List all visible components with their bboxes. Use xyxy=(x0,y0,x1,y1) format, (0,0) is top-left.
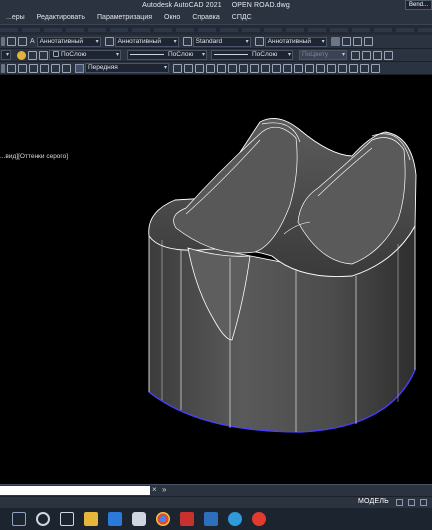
multileader-style-icon[interactable] xyxy=(254,37,264,46)
view-tool-icon-9[interactable] xyxy=(195,63,204,73)
close-icon[interactable]: × xyxy=(152,485,157,494)
view-toolbar: Передняя ▾ xyxy=(0,62,432,75)
command-input[interactable] xyxy=(174,487,384,495)
view-tool-icon-17[interactable] xyxy=(283,63,292,73)
linetype-combo[interactable]: ПоСлою ▾ xyxy=(127,50,207,60)
view-tool-icon-4[interactable] xyxy=(40,63,49,73)
view-tool-icon-14[interactable] xyxy=(250,63,259,73)
yandex-icon[interactable] xyxy=(252,512,266,526)
toolbar-grip-icon[interactable] xyxy=(1,37,5,46)
menu-item-modify[interactable]: Редактировать xyxy=(31,14,91,21)
command-prompt-icon: » xyxy=(162,485,167,494)
3d-model xyxy=(148,117,417,433)
view-tool-icon-19[interactable] xyxy=(305,63,314,73)
mleader-icon[interactable] xyxy=(18,37,27,46)
named-view-icon[interactable] xyxy=(75,63,84,73)
dim-style-icon[interactable] xyxy=(104,37,114,46)
command-history xyxy=(0,486,150,495)
view-tool-icon-22[interactable] xyxy=(338,63,347,73)
styles-toolbar: A Аннотативный ▾ Аннотативный ▾ Standard ▾ … xyxy=(0,35,432,49)
properties-toolbar: ▾ ПоСлою ▾ ПоСлою ▾ ПоСлою ▾ ПоЦвету ▾ xyxy=(0,49,432,62)
menu-item-parametric[interactable]: Параметризация xyxy=(91,14,158,21)
taskview-icon[interactable] xyxy=(60,512,74,526)
title-bar: Autodesk AutoCAD 2021 OPEN ROAD.dwg Bend.… xyxy=(0,0,432,10)
lineweight-sample xyxy=(214,53,248,55)
view-tool-icon[interactable] xyxy=(7,63,16,73)
toolbar-button-icon[interactable] xyxy=(330,37,340,46)
color-swatch-icon xyxy=(53,51,59,58)
app-title: Autodesk AutoCAD 2021 xyxy=(142,1,222,9)
view-tool-icon-20[interactable] xyxy=(316,63,325,73)
view-tool-icon-6[interactable] xyxy=(62,63,71,73)
table-style-icon-2[interactable] xyxy=(182,37,192,46)
plotstyle-combo: ПоЦвету ▾ xyxy=(299,50,347,60)
view-tool-icon-10[interactable] xyxy=(206,63,215,73)
menu-item-window[interactable]: Окно xyxy=(158,14,186,21)
dim-style-combo[interactable]: Аннотативный ▾ xyxy=(114,36,179,47)
windows-taskbar xyxy=(0,508,432,530)
text-style-icon[interactable]: A xyxy=(30,38,35,45)
store-icon[interactable] xyxy=(132,512,146,526)
toolbar-grip-icon-2[interactable] xyxy=(1,63,5,73)
layer-tool-icon-2[interactable] xyxy=(39,50,48,60)
view-tool-icon-15[interactable] xyxy=(261,63,270,73)
view-tool-icon-7[interactable] xyxy=(173,63,182,73)
window-title: Autodesk AutoCAD 2021 OPEN ROAD.dwg xyxy=(142,2,290,9)
menu-item-help[interactable]: Справка xyxy=(186,14,225,21)
viewport-label[interactable]: ...вид][Оттенки серого] xyxy=(0,153,68,163)
layer-bulb-icon[interactable] xyxy=(17,50,26,60)
telegram-icon[interactable] xyxy=(228,512,242,526)
status-menu-icon[interactable] xyxy=(420,499,427,506)
model-tab[interactable]: МОДЕЛЬ xyxy=(358,498,389,505)
lineweight-combo[interactable]: ПоСлою ▾ xyxy=(211,50,293,60)
ribbon-collapsed xyxy=(0,24,432,35)
toolbar-button-icon-8[interactable] xyxy=(384,50,393,60)
view-combo[interactable]: Передняя ▾ xyxy=(85,63,169,73)
toolbar-button-icon-2[interactable] xyxy=(341,37,351,46)
view-tool-icon-5[interactable] xyxy=(51,63,60,73)
menu-item-view[interactable]: ...еры xyxy=(0,14,31,21)
view-tool-icon-23[interactable] xyxy=(349,63,358,73)
file-name: OPEN ROAD.dwg xyxy=(231,1,290,9)
menu-bar: ...еры Редактировать Параметризация Окно… xyxy=(0,10,432,24)
drawing-viewport[interactable]: ...вид][Оттенки серого] xyxy=(0,76,432,484)
toolbar-button-icon-5[interactable] xyxy=(351,50,360,60)
toolbar-button-icon-3[interactable] xyxy=(352,37,362,46)
view-tool-icon-25[interactable] xyxy=(371,63,380,73)
text-style-combo[interactable]: Аннотативный ▾ xyxy=(36,36,101,47)
color-combo[interactable]: ПоСлою ▾ xyxy=(49,50,121,60)
view-tool-icon-3[interactable] xyxy=(29,63,38,73)
status-bar: МОДЕЛЬ xyxy=(0,496,432,508)
menu-item-spds[interactable]: СПДС xyxy=(226,14,258,21)
search-icon[interactable] xyxy=(36,512,50,526)
word-icon[interactable] xyxy=(204,512,218,526)
table-style-combo[interactable]: Standard ▾ xyxy=(192,36,251,47)
command-line: × » xyxy=(0,484,432,496)
view-tool-icon-2[interactable] xyxy=(18,63,27,73)
explorer-icon[interactable] xyxy=(84,512,98,526)
toolbar-button-icon-7[interactable] xyxy=(373,50,382,60)
toolbar-button-icon-6[interactable] xyxy=(362,50,371,60)
user-badge[interactable]: Bend... xyxy=(404,0,432,10)
layer-tool-icon[interactable] xyxy=(28,50,37,60)
view-tool-icon-16[interactable] xyxy=(272,63,281,73)
multileader-style-combo[interactable]: Аннотативный ▾ xyxy=(264,36,327,47)
chrome-icon[interactable] xyxy=(156,512,170,526)
snap-toggle-icon[interactable] xyxy=(408,499,415,506)
toolbar-button-icon-4[interactable] xyxy=(363,37,373,46)
linetype-sample xyxy=(130,53,164,55)
view-tool-icon-13[interactable] xyxy=(239,63,248,73)
grid-toggle-icon[interactable] xyxy=(396,499,403,506)
view-tool-icon-21[interactable] xyxy=(327,63,336,73)
view-tool-icon-18[interactable] xyxy=(294,63,303,73)
mail-icon[interactable] xyxy=(108,512,122,526)
windows-start-icon[interactable] xyxy=(12,512,26,526)
autocad-icon[interactable] xyxy=(180,512,194,526)
layer-combo-end[interactable]: ▾ xyxy=(1,50,11,60)
view-tool-icon-24[interactable] xyxy=(360,63,369,73)
view-tool-icon-12[interactable] xyxy=(228,63,237,73)
table-style-icon[interactable] xyxy=(7,37,16,46)
view-tool-icon-11[interactable] xyxy=(217,63,226,73)
view-tool-icon-8[interactable] xyxy=(184,63,193,73)
